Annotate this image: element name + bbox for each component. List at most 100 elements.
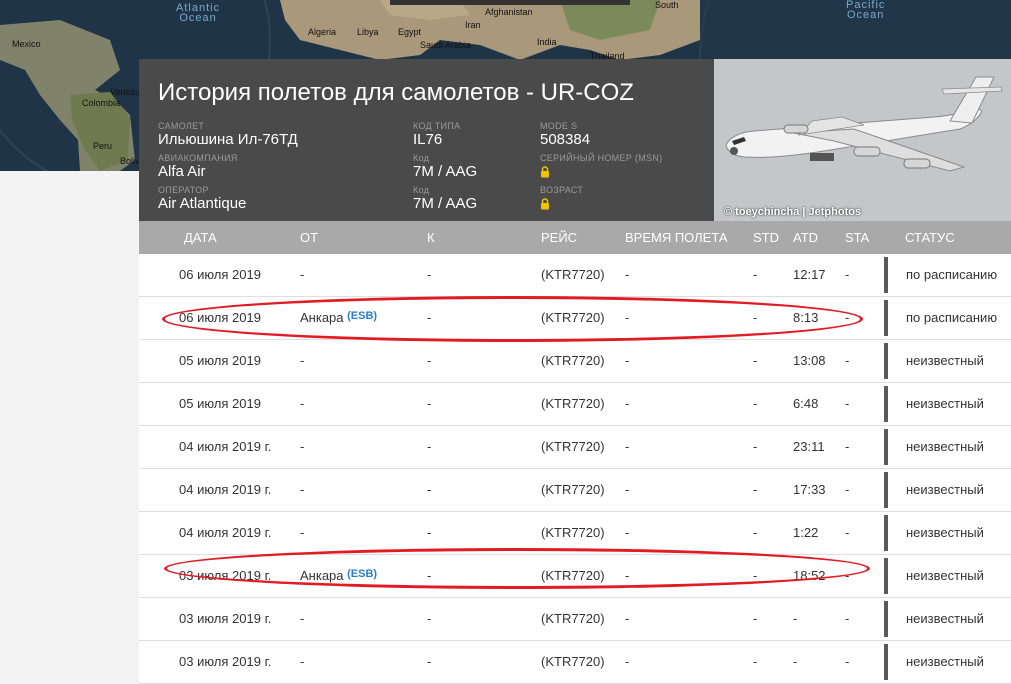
cell-flight[interactable]: (KTR7720)	[541, 598, 605, 640]
map-label-mexico: Mexico	[12, 39, 41, 49]
col-date: ДАТА	[184, 230, 217, 245]
cell-date: 04 июля 2019 г.	[179, 525, 272, 540]
cell-sta: -	[845, 439, 850, 454]
table-row[interactable]: 03 июля 2019 г. - - (KTR7720) - - - - не…	[139, 598, 1011, 641]
map-label-bolivia: Boliv	[120, 156, 140, 166]
cell-from[interactable]: -	[300, 340, 304, 382]
cell-sta: -	[845, 482, 850, 497]
cell-flight-time: -	[625, 353, 630, 368]
cell-date: 04 июля 2019 г.	[179, 482, 272, 497]
cell-flight[interactable]: (KTR7720)	[541, 469, 605, 511]
cell-date: 03 июля 2019 г.	[179, 568, 272, 583]
cell-to: -	[427, 396, 432, 411]
cell-flight[interactable]: (KTR7720)	[541, 641, 605, 683]
airport-code-link[interactable]: (ESB)	[347, 568, 377, 580]
airline-value[interactable]: Alfa Air	[158, 163, 238, 181]
cell-std: -	[753, 310, 758, 325]
photo-credit[interactable]: © toeychincha | Jetphotos	[724, 206, 861, 218]
airport-code-link[interactable]: (ESB)	[347, 310, 377, 322]
cell-flight[interactable]: (KTR7720)	[541, 555, 605, 597]
cell-sta: -	[845, 568, 850, 583]
cell-from[interactable]: -	[300, 426, 304, 468]
cell-atd: 12:17	[793, 267, 826, 282]
cell-std: -	[753, 482, 758, 497]
cell-to: -	[427, 310, 432, 325]
page-title: История полетов для самолетов - UR-COZ	[158, 79, 634, 106]
table-row[interactable]: 05 июля 2019 - - (KTR7720) - - 13:08 - н…	[139, 340, 1011, 383]
modes-label: MODE S	[540, 121, 578, 131]
table-row[interactable]: 03 июля 2019 г. - - (KTR7720) - - - - не…	[139, 641, 1011, 684]
modes-value: 508384	[540, 131, 591, 148]
cell-atd: 17:33	[793, 482, 826, 497]
status-indicator	[884, 386, 888, 422]
cell-date: 03 июля 2019 г.	[179, 654, 272, 669]
map-label-egypt: Egypt	[398, 27, 422, 37]
col-atd: ATD	[793, 230, 819, 245]
cell-to: -	[427, 353, 432, 368]
cell-flight[interactable]: (KTR7720)	[541, 426, 605, 468]
cell-std: -	[753, 654, 758, 669]
cell-from[interactable]: Анкара (ESB)	[300, 555, 377, 597]
cell-from[interactable]: Анкара (ESB)	[300, 297, 377, 339]
cell-sta: -	[845, 654, 850, 669]
cell-status: неизвестный	[906, 525, 984, 540]
table-row[interactable]: 03 июля 2019 г. Анкара (ESB) - (KTR7720)…	[139, 555, 1011, 598]
operator-value[interactable]: Air Atlantique	[158, 195, 246, 213]
type-code-label: КОД ТИПА	[413, 121, 461, 131]
age-value[interactable]	[540, 195, 583, 213]
cell-flight[interactable]: (KTR7720)	[541, 340, 605, 382]
table-row[interactable]: 04 июля 2019 г. - - (KTR7720) - - 17:33 …	[139, 469, 1011, 512]
cell-sta: -	[845, 396, 850, 411]
lock-icon[interactable]	[540, 198, 550, 210]
table-row[interactable]: 04 июля 2019 г. - - (KTR7720) - - 23:11 …	[139, 426, 1011, 469]
cell-from[interactable]: -	[300, 469, 304, 511]
cell-flight-time: -	[625, 654, 630, 669]
cell-to: -	[427, 439, 432, 454]
operator-code-value: 7M / AAG	[413, 195, 478, 212]
table-row[interactable]: 06 июля 2019 Анкара (ESB) - (KTR7720) - …	[139, 297, 1011, 340]
page-background	[0, 171, 139, 670]
cell-from[interactable]: -	[300, 598, 304, 640]
flight-history-panel: История полетов для самолетов - UR-COZ С…	[139, 59, 1011, 684]
col-to: К	[427, 230, 435, 245]
aircraft-photo[interactable]: © toeychincha | Jetphotos	[714, 59, 1011, 221]
cell-sta: -	[845, 353, 850, 368]
col-std: STD	[753, 230, 779, 245]
lock-icon[interactable]	[540, 166, 550, 178]
cell-flight-time: -	[625, 396, 630, 411]
cell-flight[interactable]: (KTR7720)	[541, 254, 605, 296]
cell-from[interactable]: -	[300, 254, 304, 296]
table-header: ДАТА ОТ К РЕЙС ВРЕМЯ ПОЛЕТА STD ATD STA …	[139, 221, 1011, 254]
table-row[interactable]: 05 июля 2019 - - (KTR7720) - - 6:48 - не…	[139, 383, 1011, 426]
cell-atd: 1:22	[793, 525, 819, 540]
cell-atd: 6:48	[793, 396, 819, 411]
cell-sta: -	[845, 611, 850, 626]
status-indicator	[884, 515, 888, 551]
aircraft-image	[714, 59, 1011, 221]
cell-status: неизвестный	[906, 654, 984, 669]
cell-to: -	[427, 482, 432, 497]
cell-flight[interactable]: (KTR7720)	[541, 297, 605, 339]
type-code-info: КОД ТИПА IL76	[413, 121, 460, 149]
cell-to: -	[427, 654, 432, 669]
cell-from[interactable]: -	[300, 512, 304, 554]
col-flight: РЕЙС	[541, 230, 578, 245]
operator-info: ОПЕРАТОР Air Atlantique	[158, 185, 246, 213]
msn-info: СЕРИЙНЫЙ НОМЕР (MSN)	[540, 153, 662, 181]
msn-value[interactable]	[540, 163, 662, 181]
cell-from[interactable]: -	[300, 383, 304, 425]
cell-flight[interactable]: (KTR7720)	[541, 383, 605, 425]
cell-sta: -	[845, 525, 850, 540]
col-from: ОТ	[300, 230, 319, 245]
cell-std: -	[753, 439, 758, 454]
cell-std: -	[753, 353, 758, 368]
table-row[interactable]: 04 июля 2019 г. - - (KTR7720) - - 1:22 -…	[139, 512, 1011, 555]
table-row[interactable]: 06 июля 2019 - - (KTR7720) - - 12:17 - п…	[139, 254, 1011, 297]
map-label-afghanistan: Afghanistan	[485, 7, 533, 17]
cell-from[interactable]: -	[300, 641, 304, 683]
cell-status: неизвестный	[906, 353, 984, 368]
cell-flight[interactable]: (KTR7720)	[541, 512, 605, 554]
cell-std: -	[753, 267, 758, 282]
cell-date: 03 июля 2019 г.	[179, 611, 272, 626]
operator-label: ОПЕРАТОР	[158, 185, 209, 195]
